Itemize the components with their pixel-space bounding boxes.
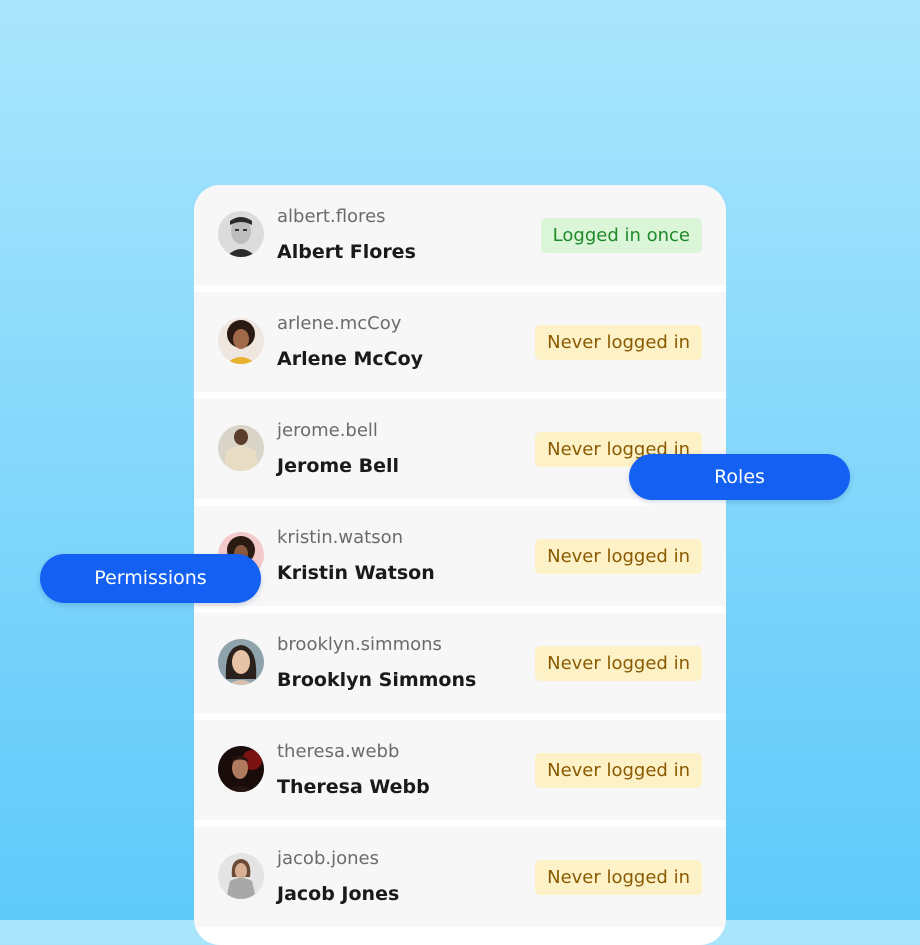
- status-badge: Never logged in: [535, 646, 702, 681]
- username: arlene.mcCoy: [277, 313, 402, 334]
- user-row[interactable]: theresa.webb Theresa Webb Never logged i…: [194, 720, 726, 820]
- username: theresa.webb: [277, 741, 400, 762]
- username: albert.flores: [277, 206, 386, 227]
- status-badge: Never logged in: [535, 753, 702, 788]
- status-badge: Never logged in: [535, 860, 702, 895]
- user-list-card: albert.flores Albert Flores Logged in on…: [194, 185, 726, 945]
- avatar: [218, 211, 264, 257]
- user-row[interactable]: arlene.mcCoy Arlene McCoy Never logged i…: [194, 292, 726, 392]
- full-name: Brooklyn Simmons: [277, 669, 477, 691]
- user-row[interactable]: jacob.jones Jacob Jones Never logged in: [194, 827, 726, 927]
- roles-tag[interactable]: Roles: [629, 454, 850, 500]
- user-row[interactable]: albert.flores Albert Flores Logged in on…: [194, 185, 726, 285]
- username: jerome.bell: [277, 420, 378, 441]
- permissions-tag[interactable]: Permissions: [40, 554, 261, 603]
- status-badge: Never logged in: [535, 325, 702, 360]
- username: kristin.watson: [277, 527, 403, 548]
- avatar: [218, 425, 264, 471]
- avatar: [218, 639, 264, 685]
- user-row[interactable]: kristin.watson Kristin Watson Never logg…: [194, 506, 726, 606]
- status-badge: Never logged in: [535, 539, 702, 574]
- username: brooklyn.simmons: [277, 634, 442, 655]
- username: jacob.jones: [277, 848, 379, 869]
- avatar: [218, 318, 264, 364]
- user-row[interactable]: brooklyn.simmons Brooklyn Simmons Never …: [194, 613, 726, 713]
- full-name: Kristin Watson: [277, 562, 435, 584]
- full-name: Theresa Webb: [277, 776, 430, 798]
- full-name: Arlene McCoy: [277, 348, 424, 370]
- avatar: [218, 853, 264, 899]
- status-badge: Logged in once: [540, 218, 702, 253]
- full-name: Jacob Jones: [277, 883, 400, 905]
- full-name: Albert Flores: [277, 241, 416, 263]
- full-name: Jerome Bell: [277, 455, 400, 477]
- avatar: [218, 746, 264, 792]
